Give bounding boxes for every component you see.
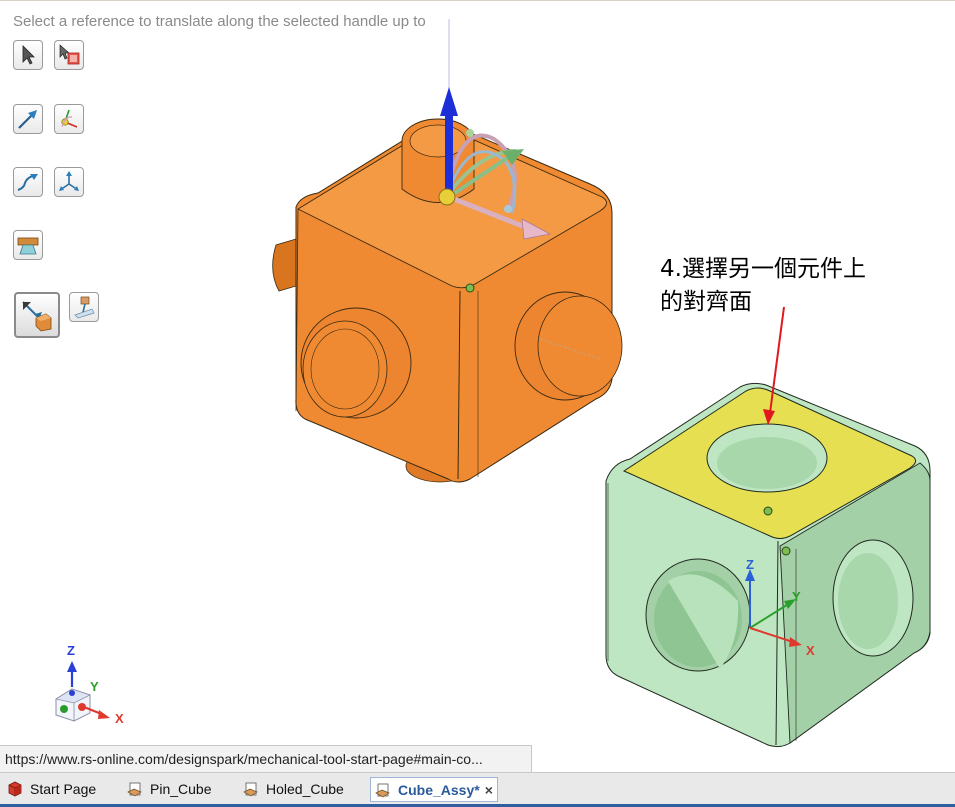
tab-holed-cube[interactable]: Holed_Cube	[242, 778, 344, 800]
orientation-y-label: Y	[90, 679, 99, 694]
tab-cube-assy[interactable]: Cube_Assy* ×	[370, 777, 498, 802]
design-icon	[375, 783, 390, 797]
model-scene: Z Y X Z Y X	[54, 19, 931, 748]
design-icon	[127, 782, 142, 797]
tab-pin-cube[interactable]: Pin_Cube	[126, 778, 212, 800]
annotation-line-1: 4.選擇另一個元件上	[660, 256, 866, 282]
tab-label: Cube_Assy*	[398, 781, 480, 798]
orientation-x-label: X	[115, 711, 124, 726]
status-url-tooltip: https://www.rs-online.com/designspark/me…	[0, 745, 532, 773]
holed-cube-body[interactable]	[605, 382, 931, 748]
design-icon	[243, 782, 258, 797]
design-viewport[interactable]: Select a reference to translate along th…	[0, 0, 955, 773]
annotation-line-2: 的對齊面	[660, 289, 752, 315]
start-page-icon	[8, 781, 22, 797]
tab-label: Start Page	[30, 781, 97, 797]
triad-x-label: X	[806, 643, 815, 658]
triad-y-label: Y	[792, 589, 801, 604]
orientation-z-label: Z	[67, 643, 75, 658]
tab-start-page[interactable]: Start Page	[6, 778, 96, 800]
tab-label: Holed_Cube	[266, 781, 344, 797]
tab-label: Pin_Cube	[150, 781, 212, 797]
document-tab-bar: Start Page Pin_Cube Holed_Cube Cube_Assy…	[0, 772, 955, 807]
tab-close-button[interactable]: ×	[485, 782, 493, 798]
instruction-annotation: 4.選擇另一個元件上 的對齊面	[660, 253, 866, 319]
triad-z-label: Z	[746, 557, 754, 572]
view-orientation-triad[interactable]: Z Y X	[54, 643, 124, 726]
